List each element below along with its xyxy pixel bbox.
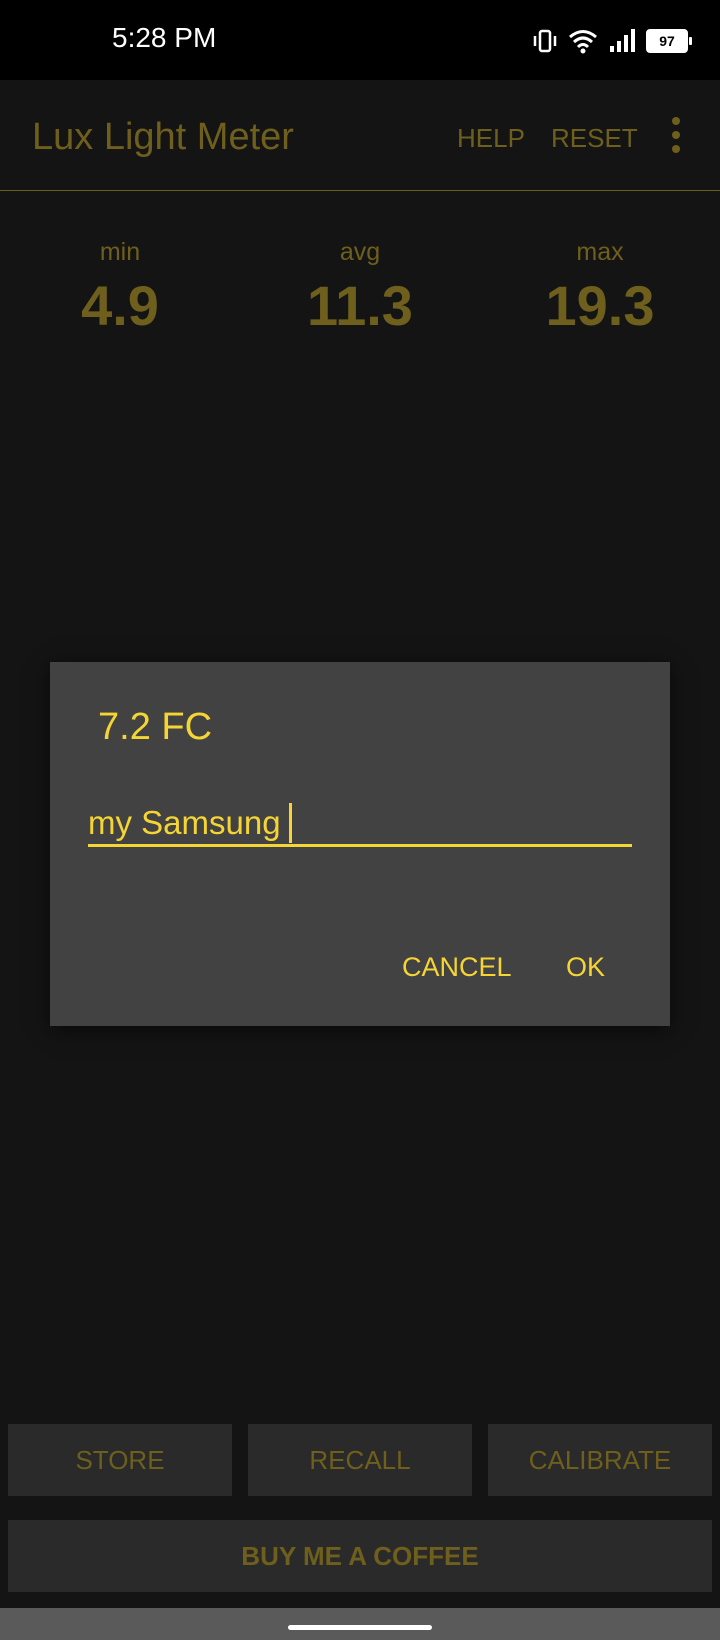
navigation-bar: [0, 1608, 720, 1640]
status-icons: 97: [532, 26, 692, 56]
ok-button[interactable]: OK: [566, 952, 605, 983]
app-title: Lux Light Meter: [32, 116, 294, 158]
stat-avg-label: avg: [339, 238, 381, 266]
home-handle[interactable]: [288, 1625, 432, 1630]
dialog-title: 7.2 FC: [98, 706, 213, 748]
wifi-icon: [569, 30, 597, 54]
stat-avg-value: 11.3: [307, 274, 413, 337]
app-bar: Lux Light Meter HELP RESET: [0, 80, 720, 191]
stat-avg: avg 11.3: [260, 238, 460, 338]
name-input-value: my Samsung: [88, 804, 281, 841]
stat-max: max 19.3: [500, 238, 700, 338]
help-button[interactable]: HELP: [457, 123, 525, 154]
stat-min-value: 4.9: [81, 274, 159, 337]
stat-min: min 4.9: [20, 238, 220, 338]
buy-me-a-coffee-button[interactable]: BUY ME A COFFEE: [8, 1520, 712, 1592]
calibrate-button[interactable]: CALIBRATE: [488, 1424, 712, 1496]
stat-max-label: max: [576, 238, 624, 266]
stat-min-label: min: [99, 238, 141, 266]
cancel-button[interactable]: CANCEL: [402, 952, 512, 983]
store-button[interactable]: STORE: [8, 1424, 232, 1496]
status-bar: 5:28 PM 97: [0, 0, 720, 80]
signal-icon: [610, 29, 635, 52]
vibrate-icon: [533, 29, 557, 53]
text-cursor: [288, 803, 292, 843]
save-reading-dialog: 7.2 FC my Samsung CANCEL OK: [50, 662, 670, 1026]
name-input[interactable]: my Samsung: [88, 802, 632, 847]
stat-max-value: 19.3: [545, 274, 655, 337]
more-options-icon[interactable]: [666, 116, 686, 156]
reset-button[interactable]: RESET: [551, 123, 638, 154]
status-time: 5:28 PM: [112, 22, 217, 53]
recall-button[interactable]: RECALL: [248, 1424, 472, 1496]
battery-icon: 97: [646, 29, 692, 53]
